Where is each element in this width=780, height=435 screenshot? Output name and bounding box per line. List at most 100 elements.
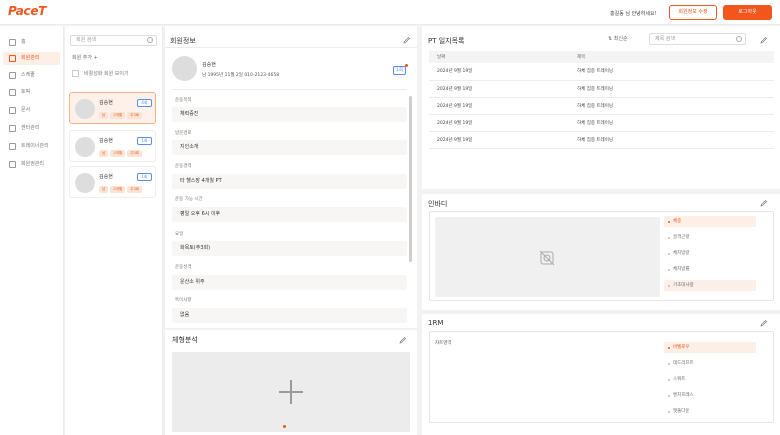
edit-pencil-icon[interactable] [760,36,768,44]
field-label: 운동성격 [175,265,192,270]
field-value: 운산소 위주 [172,275,407,290]
field-label: 요일 [175,232,184,237]
carousel-dot[interactable] [283,425,286,428]
member-card[interactable]: 김승현 1회 남 2개월 주3회 [69,166,156,198]
rm-menu-squat[interactable]: 스쿼트 [664,374,756,385]
inbody-menu-fat-mass[interactable]: 체지방량 [664,248,756,259]
ticket-icon [9,161,16,168]
scrollbar[interactable] [409,96,412,262]
menu-label: 바벨로우 [673,345,690,350]
log-title: 하체 집중 트레이닝 [569,131,774,149]
panel-title: PT 일지목록 [428,37,465,45]
sidebar-item-trainers[interactable]: 트레이너관리 [3,140,60,153]
menu-label: 스쿼트 [673,377,686,382]
sidebar-nav: 홈 회원관리 스케줄 토픽 문서 센터관리 트레이너관리 회원권관리 [0,26,64,435]
log-date: 2024년 9월 19일 [429,131,569,149]
rm-menu-deadlift[interactable]: 데드리프트 [664,358,756,369]
image-upload-area[interactable] [172,352,410,432]
sidebar-item-members[interactable]: 회원관리 [3,52,60,65]
search-icon[interactable] [736,36,742,42]
divider [172,89,407,90]
inbody-menu-fat-rate[interactable]: 체지방률 [664,264,756,275]
avatar [75,99,95,119]
checkbox-label: 비활성화 회원 보이기 [84,71,129,77]
log-date: 2024년 9월 19일 [429,97,569,115]
sidebar-item-label: 토픽 [21,89,31,95]
sidebar-item-home[interactable]: 홈 [3,36,60,49]
sidebar-item-documents[interactable]: 문서 [3,104,60,117]
menu-label: 체지방률 [673,267,690,272]
table-row[interactable]: 2024년 9월 19일 하체 집중 트레이닝 [429,114,774,132]
member-name: 김승현 [99,174,113,180]
show-inactive-toggle[interactable]: 비활성화 회원 보이기 [72,70,129,77]
inbody-menu-weight[interactable]: 체중 [664,216,756,227]
rm-menu-barbell-row[interactable]: 바벨로우 [664,342,756,353]
sidebar-item-label: 회원관리 [21,55,40,61]
topic-icon [9,89,16,96]
member-name: 김승현 [99,138,113,144]
sidebar-item-memberships[interactable]: 회원권관리 [3,158,60,171]
edit-pencil-icon[interactable] [760,199,768,207]
member-meta: 남 1995년 11월 2일 010-2123-4658 [202,73,280,78]
menu-label: 기초대사량 [673,283,694,288]
edit-pencil-icon[interactable] [403,36,411,44]
log-date: 2024년 9월 19일 [429,63,569,81]
log-title: 하체 집중 트레이닝 [569,97,774,115]
menu-label: 데드리프트 [673,361,694,366]
avatar [172,56,197,81]
inbody-panel: 인바디 체중 골격근량 체지방량 체지방률 기초대사량 [422,194,780,310]
field-label: 운동 가능 시간 [175,197,203,202]
one-rm-panel: 1RM 차트영역 바벨로우 데드리프트 스쿼트 벤치프레스 랫풀다운 [422,314,780,435]
sidebar-item-label: 회원권관리 [21,161,45,167]
no-image-placeholder [435,217,660,297]
table-row[interactable]: 2024년 9월 19일 하체 집중 트레이닝 [429,97,774,115]
sidebar-item-schedule[interactable]: 스케줄 [3,69,60,82]
sidebar-item-label: 센터관리 [21,125,40,131]
rm-menu-lat-pulldown[interactable]: 랫풀다운 [664,406,756,417]
chart-area-label: 차트영역 [435,341,452,346]
table-row[interactable]: 2024년 9월 19일 하체 집중 트레이닝 [429,80,774,98]
inbody-menu-muscle[interactable]: 골격근량 [664,232,756,243]
rm-menu-bench-press[interactable]: 벤치프레스 [664,390,756,401]
log-title: 하체 집중 트레이닝 [569,114,774,132]
top-header: PaceT 홍길동 님 안녕하세요! 회원정보 수정 로그아웃 [0,0,780,25]
member-card[interactable]: 김승현 4회 남 2개월 주3회 [69,92,156,124]
member-search-input[interactable]: 회원 검색 [70,35,157,46]
menu-label: 체지방량 [673,251,690,256]
table-row[interactable]: 2024년 9월 19일 하체 집중 트레이닝 [429,63,774,81]
edit-pencil-icon[interactable] [399,336,407,344]
field-label: 특이사항 [175,298,192,303]
table-row[interactable]: 2024년 9월 19일 하체 집중 트레이닝 [429,131,774,149]
panel-title: 체형분석 [172,336,198,344]
inbody-chart-box: 체중 골격근량 체지방량 체지방률 기초대사량 [429,211,774,301]
one-rm-chart-box: 차트영역 바벨로우 데드리프트 스쿼트 벤치프레스 랫풀다운 [429,331,774,423]
sort-toggle[interactable]: ⇅ 최신순 [608,35,628,42]
calendar-icon [9,72,16,79]
users-icon [9,55,16,62]
add-member-button[interactable]: 회원 추가 + [72,54,98,61]
sidebar-item-label: 홈 [21,39,26,45]
edit-pencil-icon[interactable] [760,319,768,327]
sidebar-item-center[interactable]: 센터관리 [3,122,60,135]
member-card[interactable]: 김승현 1회 남 2개월 주3회 [69,130,156,162]
pt-log-table: 날짜 제목 2024년 9월 19일 하체 집중 트레이닝 2024년 9월 19일… [429,51,774,149]
log-date: 2024년 9월 19일 [429,114,569,132]
trainer-icon [9,143,16,150]
sidebar-item-label: 트레이너관리 [21,143,49,149]
logout-button[interactable]: 로그아웃 [723,5,772,20]
menu-label: 랫풀다운 [673,409,690,414]
frequency-tag: 주3회 [127,186,143,193]
notification-dot [405,64,408,67]
log-search-input[interactable]: 제목 검색 [649,33,746,45]
menu-label: 골격근량 [673,235,690,240]
period-tag: 2개월 [110,112,126,119]
search-icon[interactable] [147,37,153,43]
column-header: 날짜 [429,51,569,63]
edit-profile-button[interactable]: 회원정보 수정 [669,5,717,20]
sidebar-item-topic[interactable]: 토픽 [3,86,60,99]
session-badge: 1회 [393,66,406,75]
inbody-menu-bmr[interactable]: 기초대사량 [664,280,756,291]
sort-label: 최신순 [613,36,628,42]
checkbox[interactable] [72,70,79,77]
app-logo[interactable]: PaceT [8,4,46,18]
